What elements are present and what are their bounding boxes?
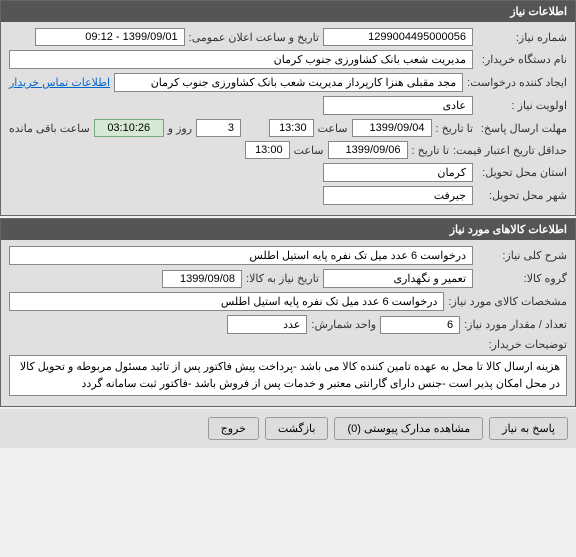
row-deadline: مهلت ارسال پاسخ: تا تاریخ : 1399/09/04 س… <box>9 119 567 137</box>
row-qty: تعداد / مقدار مورد نیاز: 6 واحد شمارش: ع… <box>9 315 567 334</box>
public-datetime-label: تاریخ و ساعت اعلان عمومی: <box>189 31 319 44</box>
contact-link[interactable]: اطلاعات تماس خریدار <box>9 76 110 89</box>
days-label: روز و <box>168 122 192 135</box>
validity-label: حداقل تاریخ اعتبار قیمت: <box>453 144 567 157</box>
desc-field: درخواست 6 عدد میل تک نفره پایه استیل اطل… <box>9 246 473 265</box>
back-button[interactable]: بازگشت <box>265 417 329 440</box>
request-no-field: 1299004495000056 <box>323 28 473 46</box>
panel-goods-info: اطلاعات کالاهای مورد نیاز شرح کلی نیاز: … <box>0 218 576 407</box>
group-label: گروه کالا: <box>477 272 567 285</box>
base-date-field: 1399/09/08 <box>162 270 242 288</box>
unit-label: واحد شمارش: <box>311 318 376 331</box>
days-field: 3 <box>196 119 241 137</box>
reply-button[interactable]: پاسخ به نیاز <box>489 417 568 440</box>
buyer-label: نام دستگاه خریدار: <box>477 53 567 66</box>
row-city: شهر محل تحویل: جیرفت <box>9 186 567 205</box>
row-province: استان محل تحویل: کرمان <box>9 163 567 182</box>
row-creator: ایجاد کننده درخواست: مجد مقبلی هنزا کارپ… <box>9 73 567 92</box>
unit-field: عدد <box>227 315 307 334</box>
row-request-no: شماره نیاز: 1299004495000056 تاریخ و ساع… <box>9 28 567 46</box>
spec-label: مشخصات کالای مورد نیاز: <box>448 295 567 308</box>
group-field: تعمیر و نگهداری <box>323 269 473 288</box>
attachments-button[interactable]: مشاهده مدارک پیوستی (0) <box>334 417 483 440</box>
notes-label: توضیحات خریدار: <box>477 338 567 351</box>
priority-field: عادی <box>323 96 473 115</box>
row-notes: توضیحات خریدار: هزینه ارسال کالا تا محل … <box>9 338 567 396</box>
notes-field: هزینه ارسال کالا تا محل به عهده تامین کن… <box>9 355 567 396</box>
city-label: شهر محل تحویل: <box>477 189 567 202</box>
creator-field: مجد مقبلی هنزا کارپرداز مدیریت شعب بانک … <box>114 73 463 92</box>
base-date-label: تاریخ نیاز به کالا: <box>246 272 319 285</box>
timer-field: 03:10:26 <box>94 119 164 137</box>
exit-button[interactable]: خروج <box>208 417 259 440</box>
validity-until-label: تا تاریخ : <box>412 144 449 157</box>
panel-need-info-body: شماره نیاز: 1299004495000056 تاریخ و ساع… <box>1 22 575 215</box>
city-field: جیرفت <box>323 186 473 205</box>
qty-field: 6 <box>380 316 460 334</box>
spec-field: درخواست 6 عدد میل تک نفره پایه استیل اطل… <box>9 292 444 311</box>
deadline-time-field: 13:30 <box>269 119 314 137</box>
desc-label: شرح کلی نیاز: <box>477 249 567 262</box>
validity-time-field: 13:00 <box>245 141 290 159</box>
deadline-date-field: 1399/09/04 <box>352 119 432 137</box>
row-buyer: نام دستگاه خریدار: مدیریت شعب بانک کشاور… <box>9 50 567 69</box>
deadline-label: مهلت ارسال پاسخ: <box>477 122 567 135</box>
validity-time-label: ساعت <box>294 144 324 157</box>
creator-label: ایجاد کننده درخواست: <box>467 76 567 89</box>
buyer-field: مدیریت شعب بانک کشاورزی جنوب کرمان <box>9 50 473 69</box>
row-validity: حداقل تاریخ اعتبار قیمت: تا تاریخ : 1399… <box>9 141 567 159</box>
panel-goods-info-body: شرح کلی نیاز: درخواست 6 عدد میل تک نفره … <box>1 240 575 406</box>
deadline-time-label: ساعت <box>318 122 348 135</box>
public-datetime-field: 1399/09/01 - 09:12 <box>35 28 185 46</box>
row-desc: شرح کلی نیاز: درخواست 6 عدد میل تک نفره … <box>9 246 567 265</box>
validity-date-field: 1399/09/06 <box>328 141 408 159</box>
panel-need-info-header: اطلاعات نیاز <box>1 1 575 22</box>
priority-label: اولویت نیاز : <box>477 99 567 112</box>
button-bar: پاسخ به نیاز مشاهده مدارک پیوستی (0) باز… <box>0 409 576 448</box>
row-spec: مشخصات کالای مورد نیاز: درخواست 6 عدد می… <box>9 292 567 311</box>
row-priority: اولویت نیاز : عادی <box>9 96 567 115</box>
qty-label: تعداد / مقدار مورد نیاز: <box>464 318 567 331</box>
request-no-label: شماره نیاز: <box>477 31 567 44</box>
panel-need-info: اطلاعات نیاز شماره نیاز: 129900449500005… <box>0 0 576 216</box>
province-field: کرمان <box>323 163 473 182</box>
row-group: گروه کالا: تعمیر و نگهداری تاریخ نیاز به… <box>9 269 567 288</box>
until-label: تا تاریخ : <box>436 122 473 135</box>
remaining-label: ساعت باقی مانده <box>9 122 90 135</box>
panel-goods-info-header: اطلاعات کالاهای مورد نیاز <box>1 219 575 240</box>
province-label: استان محل تحویل: <box>477 166 567 179</box>
